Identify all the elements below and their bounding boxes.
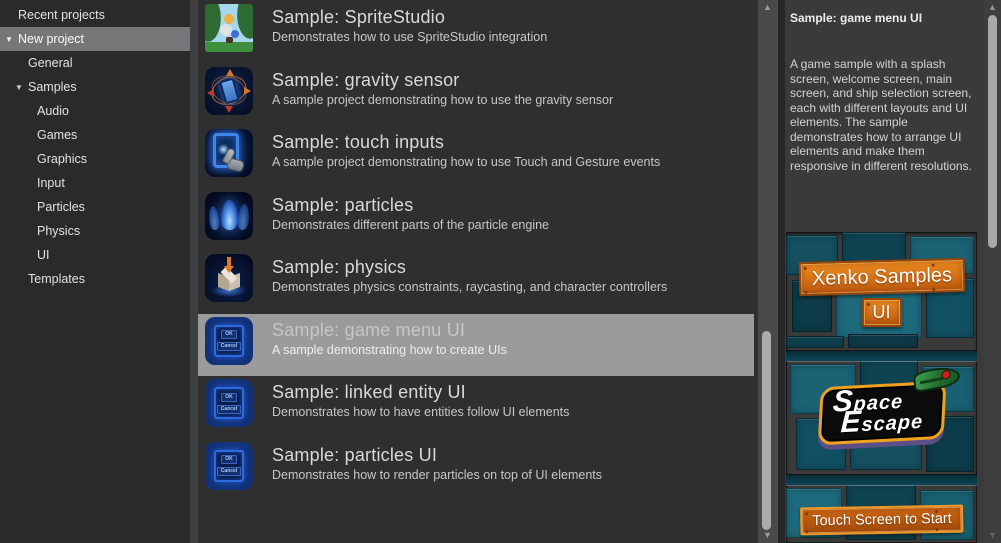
sidebar-item-label: UI: [37, 248, 50, 262]
preview-screen-divider: [786, 351, 977, 361]
sample-description: Demonstrates different parts of the part…: [272, 218, 549, 232]
cancel-button-label: Cancel: [217, 342, 241, 351]
chevron-down-icon[interactable]: ▼: [15, 83, 28, 92]
category-tree: Recent projects ▼ New project General ▼ …: [0, 0, 190, 543]
scroll-down-icon[interactable]: ▼: [758, 530, 777, 540]
sidebar-item-general[interactable]: General: [0, 51, 190, 75]
cancel-button-label: Cancel: [217, 467, 241, 476]
particles-icon: [205, 192, 253, 240]
sample-title: Sample: linked entity UI: [272, 382, 569, 403]
chevron-down-icon[interactable]: ▼: [5, 35, 18, 44]
sample-title: Sample: particles: [272, 195, 549, 216]
sample-description: Demonstrates how to have entities follow…: [272, 405, 569, 419]
selected-sample-description: A game sample with a splash screen, welc…: [790, 57, 978, 173]
preview-ui-sign: UI: [862, 298, 902, 327]
sample-list-item-particles[interactable]: Sample: particles Demonstrates different…: [198, 189, 754, 252]
sidebar-item-input[interactable]: Input: [0, 171, 190, 195]
sidebar-item-label: General: [28, 56, 72, 70]
template-list-items: Sample: SpriteStudio Demonstrates how to…: [198, 1, 777, 501]
touch-to-start-banner: Touch Screen to Start: [800, 505, 964, 536]
preview-title-sign: Xenko Samples: [798, 258, 965, 296]
sample-title: Sample: SpriteStudio: [272, 7, 547, 28]
sample-list-item-touch-inputs[interactable]: Sample: touch inputs A sample project de…: [198, 126, 754, 189]
ui-dialog-graphic: OK Cancel: [214, 387, 244, 419]
sample-description: Demonstrates how to render particles on …: [272, 468, 602, 482]
sidebar-item-label: Particles: [37, 200, 85, 214]
physics-icon: [205, 254, 253, 302]
sample-preview-image: Xenko Samples UI Space Escape Touch Scre…: [786, 232, 977, 543]
sidebar-item-label: Physics: [37, 224, 80, 238]
gravity-sensor-icon: [205, 67, 253, 115]
ok-button-label: OK: [221, 393, 237, 402]
sample-list-item-particles-ui[interactable]: OK Cancel Sample: particles UI Demonstrat…: [198, 439, 754, 502]
details-scrollbar[interactable]: ▲ ▼: [984, 0, 1001, 543]
tree-scrollbar-track: [190, 0, 198, 543]
sample-title: Sample: gravity sensor: [272, 70, 613, 91]
sidebar-item-games[interactable]: Games: [0, 123, 190, 147]
linked-entity-ui-icon: OK Cancel: [205, 379, 253, 427]
spritestudio-icon: [205, 4, 253, 52]
sample-list-item-game-menu-ui[interactable]: OK Cancel Sample: game menu UI A sample d…: [198, 314, 754, 377]
sidebar-item-audio[interactable]: Audio: [0, 99, 190, 123]
sidebar-item-samples[interactable]: ▼ Samples: [0, 75, 190, 99]
sidebar-item-label: Input: [37, 176, 65, 190]
preview-plate: [786, 336, 844, 348]
sidebar-item-label: New project: [18, 32, 84, 46]
ok-button-label: OK: [221, 330, 237, 339]
sidebar-item-new-project[interactable]: ▼ New project: [0, 27, 190, 51]
preview-plate: [848, 334, 918, 348]
sample-description: Demonstrates physics constraints, raycas…: [272, 280, 667, 294]
list-scrollbar-thumb[interactable]: [762, 331, 771, 530]
scroll-up-icon[interactable]: ▲: [758, 2, 777, 12]
sample-list-item-spritestudio[interactable]: Sample: SpriteStudio Demonstrates how to…: [198, 1, 754, 64]
game-menu-ui-icon: OK Cancel: [205, 317, 253, 365]
sidebar-item-label: Games: [37, 128, 77, 142]
sidebar-item-label: Templates: [28, 272, 85, 286]
sidebar-item-recent-projects[interactable]: Recent projects: [0, 3, 190, 27]
preview-screen-divider: [786, 475, 977, 485]
sample-title: Sample: game menu UI: [272, 320, 507, 341]
scroll-up-icon[interactable]: ▲: [983, 2, 1001, 12]
cancel-button-label: Cancel: [217, 405, 241, 414]
list-scrollbar[interactable]: ▲ ▼: [754, 0, 777, 543]
sample-list-item-linked-entity-ui[interactable]: OK Cancel Sample: linked entity UI Demons…: [198, 376, 754, 439]
category-tree-items: Recent projects ▼ New project General ▼ …: [0, 3, 190, 291]
space-escape-logo: Space Escape: [817, 381, 946, 446]
sidebar-item-label: Graphics: [37, 152, 87, 166]
sample-description: A sample project demonstrating how to us…: [272, 93, 613, 107]
sidebar-item-label: Recent projects: [18, 8, 105, 22]
sidebar-item-particles[interactable]: Particles: [0, 195, 190, 219]
ui-dialog-graphic: OK Cancel: [214, 325, 244, 357]
sidebar-item-ui[interactable]: UI: [0, 243, 190, 267]
sample-description: A sample project demonstrating how to us…: [272, 155, 660, 169]
sidebar-item-graphics[interactable]: Graphics: [0, 147, 190, 171]
sample-description: A sample demonstrating how to create UIs: [272, 343, 507, 357]
ok-button-label: OK: [221, 455, 237, 464]
logo-line: Escape: [840, 410, 924, 435]
selected-sample-title: Sample: game menu UI: [790, 11, 922, 25]
sample-title: Sample: particles UI: [272, 445, 602, 466]
sample-description: Demonstrates how to use SpriteStudio int…: [272, 30, 547, 44]
scroll-down-icon[interactable]: ▼: [983, 530, 1001, 540]
ui-dialog-graphic: OK Cancel: [214, 450, 244, 482]
template-list: Sample: SpriteStudio Demonstrates how to…: [198, 0, 777, 543]
particles-ui-icon: OK Cancel: [205, 442, 253, 490]
sample-title: Sample: touch inputs: [272, 132, 660, 153]
description-panel: Sample: game menu UI A game sample with …: [785, 0, 984, 543]
touch-inputs-icon: [205, 129, 253, 177]
sidebar-item-physics[interactable]: Physics: [0, 219, 190, 243]
sidebar-item-label: Samples: [28, 80, 77, 94]
sidebar-item-label: Audio: [37, 104, 69, 118]
sample-list-item-physics[interactable]: Sample: physics Demonstrates physics con…: [198, 251, 754, 314]
new-project-dialog: Recent projects ▼ New project General ▼ …: [0, 0, 1001, 543]
sidebar-item-templates[interactable]: Templates: [0, 267, 190, 291]
sample-list-item-gravity-sensor[interactable]: Sample: gravity sensor A sample project …: [198, 64, 754, 127]
details-scrollbar-thumb[interactable]: [988, 15, 997, 248]
sample-title: Sample: physics: [272, 257, 667, 278]
panel-divider: [777, 0, 785, 543]
